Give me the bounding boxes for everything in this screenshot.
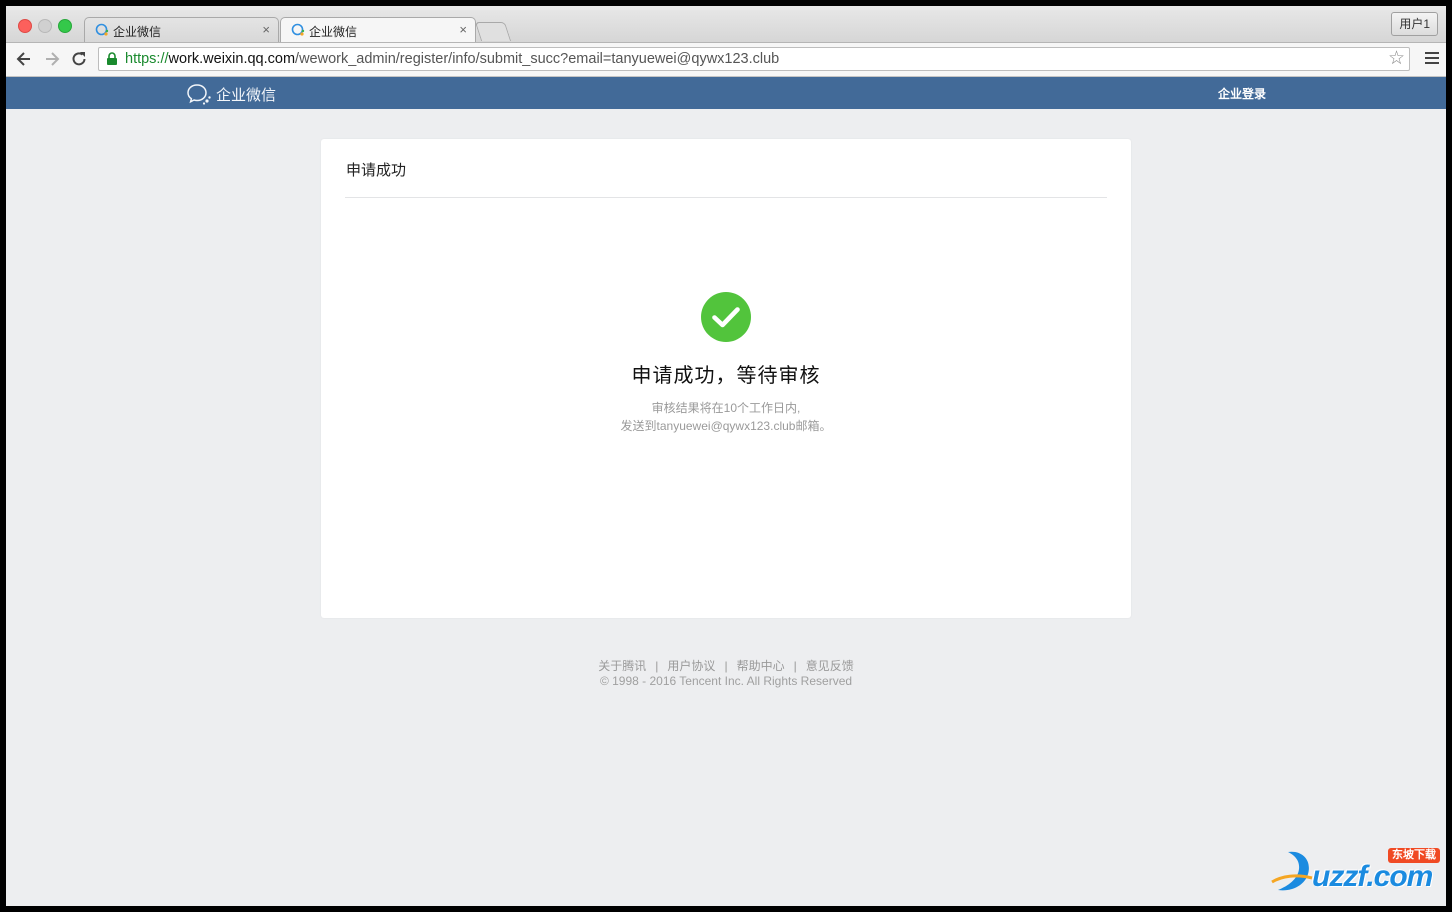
copyright-text: © 1998 - 2016 Tencent Inc. All Rights Re… <box>599 674 853 688</box>
browser-tab-2[interactable]: 企业微信 × <box>280 17 476 42</box>
window-maximize-button[interactable] <box>58 19 72 33</box>
review-time-text: 审核结果将在10个工作日内, <box>651 401 801 415</box>
browser-tab-1[interactable]: 企业微信 × <box>84 17 279 42</box>
notify-email-text: 发送到tanyuewei@qywx123.club邮箱。 <box>620 419 832 433</box>
window-minimize-button[interactable] <box>38 19 52 33</box>
card-title: 申请成功 <box>346 162 407 179</box>
wework-favicon-icon <box>291 23 305 36</box>
result-card: 申请成功 申请成功，等待审核 审核结果将在10个工作日内, 发送到tanyuew… <box>321 139 1131 618</box>
watermark-text: uzzf.com <box>1312 860 1433 893</box>
footer-link-help[interactable]: 帮助中心 <box>737 659 785 673</box>
url-scheme: https:// <box>125 51 169 67</box>
browser-title-bar: 企业微信 × 企业微信 × 用户1 <box>6 6 1446 43</box>
url-host: work.weixin.qq.com <box>168 51 296 67</box>
wework-favicon-icon <box>95 23 109 36</box>
new-tab-button[interactable] <box>474 22 512 41</box>
footer-separator: | <box>655 659 659 673</box>
footer-link-about[interactable]: 关于腾讯 <box>598 659 646 673</box>
footer-link-feedback[interactable]: 意见反馈 <box>806 659 854 673</box>
browser-toolbar: https://work.weixin.qq.com/wework_admin/… <box>6 43 1446 77</box>
site-header: 企业微信 企业登录 <box>6 77 1446 109</box>
window-close-button[interactable] <box>18 19 32 33</box>
card-divider <box>345 197 1107 198</box>
url-path: /wework_admin/register/info/submit_succ?… <box>295 51 780 67</box>
reload-icon[interactable] <box>69 49 89 69</box>
back-arrow-icon[interactable] <box>14 49 34 69</box>
browser-window: 企业微信 × 企业微信 × 用户1 https://work.weixin.qq… <box>6 6 1446 906</box>
success-check-icon <box>701 292 751 342</box>
uzzf-watermark: 东坡下载 uzzf.com <box>1268 846 1444 898</box>
enterprise-login-link[interactable]: 企业登录 <box>1218 85 1266 102</box>
tab-close-icon[interactable]: × <box>262 22 270 37</box>
tab-label: 企业微信 <box>113 25 162 39</box>
bookmark-star-icon[interactable]: ☆ <box>1388 48 1405 70</box>
profile-user-button[interactable]: 用户1 <box>1391 12 1438 36</box>
logo-text: 企业微信 <box>216 87 277 104</box>
forward-arrow-icon[interactable] <box>42 49 62 69</box>
footer-separator: | <box>793 659 797 673</box>
lock-icon <box>107 52 117 65</box>
browser-menu-icon[interactable] <box>1425 51 1439 65</box>
footer-link-agreement[interactable]: 用户协议 <box>667 659 715 673</box>
wework-logo-icon <box>187 84 211 105</box>
url-text: https://work.weixin.qq.com/wework_admin/… <box>125 48 779 70</box>
footer-links: 关于腾讯 | 用户协议 | 帮助中心 | 意见反馈 <box>6 657 1446 674</box>
address-bar[interactable]: https://work.weixin.qq.com/wework_admin/… <box>98 47 1410 71</box>
success-description: 审核结果将在10个工作日内, 发送到tanyuewei@qywx123.club… <box>321 399 1131 435</box>
footer-separator: | <box>724 659 728 673</box>
success-message: 申请成功，等待审核 <box>631 365 821 387</box>
tab-label: 企业微信 <box>309 25 358 39</box>
tab-close-icon[interactable]: × <box>459 22 467 37</box>
